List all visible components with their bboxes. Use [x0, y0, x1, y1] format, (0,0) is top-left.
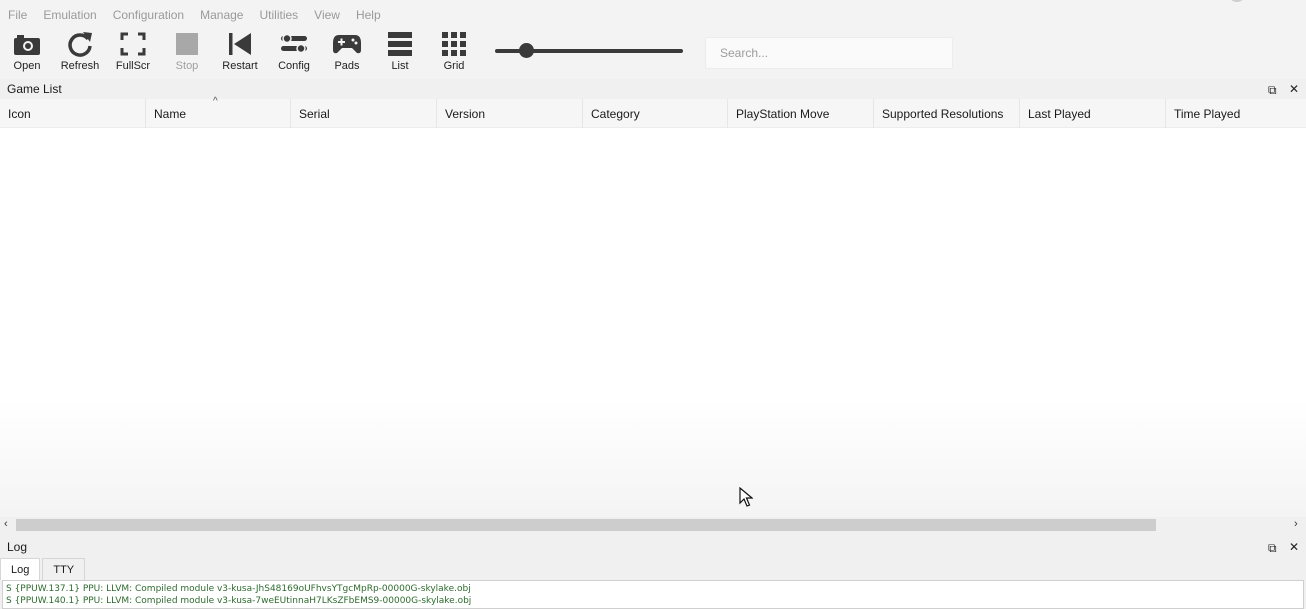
- column-time-played[interactable]: Time Played: [1166, 99, 1306, 128]
- log-line: S {PPUW.140.1} PPU: LLVM: Compiled modul…: [6, 596, 472, 606]
- grid-view-button[interactable]: Grid: [427, 30, 481, 79]
- open-button[interactable]: Open: [0, 30, 54, 79]
- search-input[interactable]: [705, 37, 953, 69]
- column-time-played-label: Time Played: [1174, 106, 1241, 121]
- column-category-label: Category: [591, 106, 640, 121]
- column-name[interactable]: Name: [146, 99, 291, 128]
- tab-tty[interactable]: TTY: [42, 558, 86, 580]
- fullscreen-icon: [118, 30, 148, 58]
- scrollbar-thumb[interactable]: [16, 519, 1156, 531]
- log-output[interactable]: S {PPUW.137.1} PPU: LLVM: Compiled modul…: [2, 580, 1304, 609]
- tab-tty-label: TTY: [53, 563, 75, 576]
- column-last-played[interactable]: Last Played: [1020, 99, 1166, 128]
- fullscreen-button[interactable]: FullScr: [106, 30, 160, 79]
- scroll-right-icon[interactable]: ›: [1294, 518, 1298, 530]
- list-view-button[interactable]: List: [373, 30, 427, 79]
- column-serial[interactable]: Serial: [291, 99, 437, 128]
- log-panel-title: Log: [0, 537, 1306, 557]
- menu-bar: File Emulation Configuration Manage Util…: [0, 0, 1306, 30]
- column-icon-label: Icon: [8, 106, 31, 121]
- game-list-title: Game List: [0, 79, 1306, 99]
- list-icon: [385, 30, 415, 58]
- refresh-label: Refresh: [60, 60, 100, 72]
- menu-emulation[interactable]: Emulation: [43, 8, 96, 22]
- tab-log[interactable]: Log: [0, 558, 41, 580]
- scroll-left-icon[interactable]: ‹: [4, 518, 8, 530]
- restart-button[interactable]: Restart: [213, 30, 267, 79]
- config-button[interactable]: Config: [267, 30, 321, 79]
- game-list-close-icon[interactable]: ✕: [1289, 83, 1299, 95]
- stop-button[interactable]: Stop: [160, 30, 214, 79]
- menu-help[interactable]: Help: [356, 8, 381, 22]
- column-category[interactable]: Category: [583, 99, 728, 128]
- column-supported-resolutions-label: Supported Resolutions: [882, 106, 1004, 121]
- sort-indicator-icon: ^: [213, 96, 218, 107]
- list-label: List: [391, 60, 409, 72]
- column-name-label: Name: [154, 106, 187, 121]
- config-label: Config: [278, 60, 310, 72]
- log-tabs: Log TTY: [0, 558, 87, 580]
- column-serial-label: Serial: [299, 106, 330, 121]
- game-list-body[interactable]: [0, 128, 1306, 517]
- menu-manage[interactable]: Manage: [200, 8, 243, 22]
- grid-icon: [439, 30, 469, 58]
- refresh-button[interactable]: Refresh: [53, 30, 107, 79]
- open-label: Open: [13, 60, 41, 72]
- game-list-title-text: Game List: [7, 82, 62, 96]
- camera-icon: [12, 30, 42, 58]
- grid-label: Grid: [443, 60, 465, 72]
- game-list-header: Icon Name Serial Version Category PlaySt…: [0, 99, 1306, 128]
- pads-button[interactable]: Pads: [320, 30, 374, 79]
- log-float-icon[interactable]: ⧉: [1268, 542, 1277, 554]
- column-version-label: Version: [445, 106, 486, 121]
- column-playstation-move-label: PlayStation Move: [736, 106, 830, 121]
- column-icon[interactable]: Icon: [0, 99, 146, 128]
- pads-label: Pads: [334, 60, 360, 72]
- log-close-icon[interactable]: ✕: [1289, 541, 1299, 553]
- menu-view[interactable]: View: [314, 8, 340, 22]
- column-playstation-move[interactable]: PlayStation Move: [728, 99, 874, 128]
- fullscr-label: FullScr: [115, 60, 151, 72]
- menu-file[interactable]: File: [8, 8, 27, 22]
- tab-log-label: Log: [11, 563, 30, 576]
- restart-label: Restart: [222, 60, 258, 72]
- log-panel-title-text: Log: [7, 540, 28, 554]
- toggle-settings-icon: [279, 30, 309, 58]
- column-supported-resolutions[interactable]: Supported Resolutions: [874, 99, 1020, 128]
- horizontal-scrollbar[interactable]: ‹ ›: [0, 517, 1306, 533]
- game-list-float-icon[interactable]: ⧉: [1268, 84, 1277, 96]
- log-line: S {PPUW.137.1} PPU: LLVM: Compiled modul…: [6, 584, 471, 594]
- skip-back-icon: [225, 30, 255, 58]
- gamepad-icon: [332, 30, 362, 58]
- stop-icon: [172, 30, 202, 58]
- menu-utilities[interactable]: Utilities: [259, 8, 298, 22]
- column-version[interactable]: Version: [437, 99, 583, 128]
- column-last-played-label: Last Played: [1028, 106, 1091, 121]
- mouse-cursor-icon: [739, 486, 754, 510]
- stop-label: Stop: [175, 60, 199, 72]
- menu-configuration[interactable]: Configuration: [113, 8, 184, 22]
- refresh-icon: [65, 30, 95, 58]
- toolbar: Open Refresh FullScr Stop Restart Config: [0, 30, 1306, 79]
